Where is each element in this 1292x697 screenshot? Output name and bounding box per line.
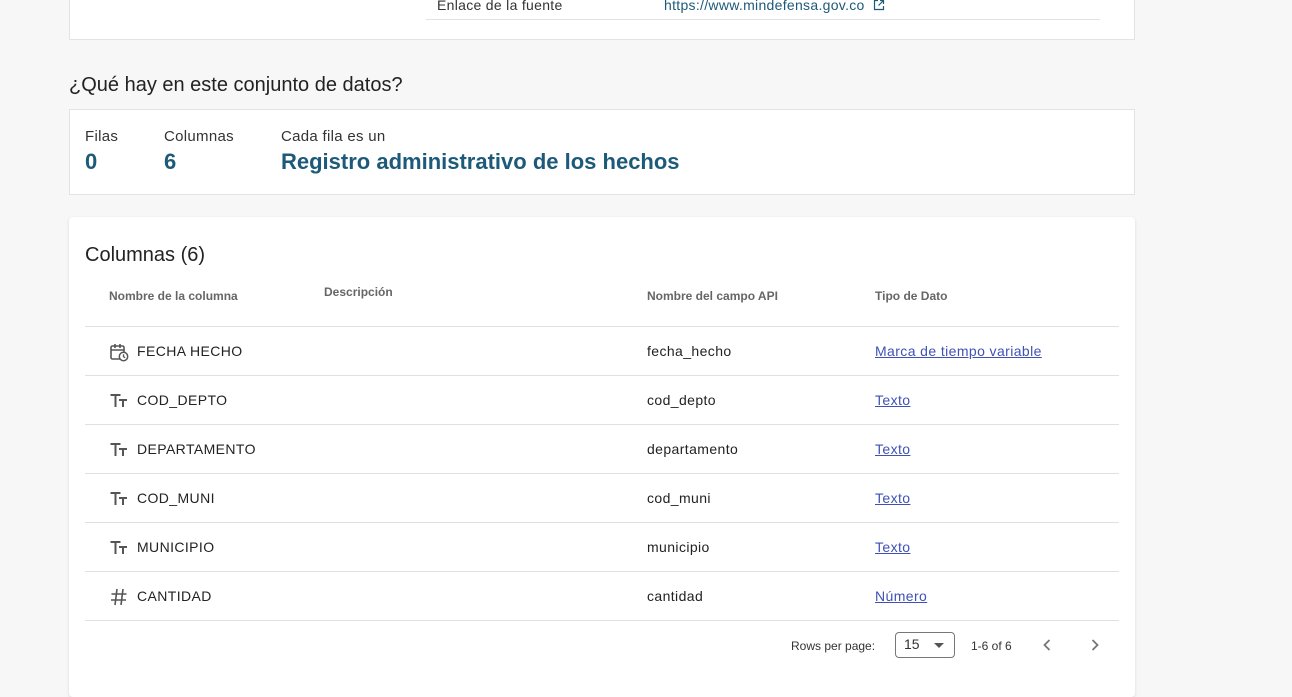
dataset-summary-card: Filas 0 Columnas 6 Cada fila es un Regis…: [69, 109, 1135, 195]
column-name: MUNICIPIO: [137, 539, 215, 555]
column-data-type-link[interactable]: Número: [875, 588, 927, 604]
pagination-range: 1-6 of 6: [971, 639, 1012, 653]
text-type-icon: [110, 394, 127, 407]
source-link[interactable]: https://www.mindefensa.gov.co: [664, 0, 885, 13]
text-type-icon: [110, 492, 127, 505]
source-link-text[interactable]: https://www.mindefensa.gov.co: [664, 0, 865, 13]
rows-per-page-label: Rows per page:: [791, 639, 876, 653]
rows-value: 0: [85, 149, 98, 174]
column-name: FECHA HECHO: [137, 343, 243, 359]
source-card: Enlace de la fuente https://www.mindefen…: [69, 0, 1135, 40]
dataset-section-title: ¿Qué hay en este conjunto de datos?: [69, 74, 403, 96]
each-row-value: Registro administrativo de los hechos: [281, 149, 680, 174]
text-type-icon: [110, 443, 127, 456]
chevron-left-icon: [1043, 639, 1051, 651]
header-data-type: Tipo de Dato: [875, 289, 948, 303]
each-row-stat: Cada fila es un Registro administrativo …: [281, 128, 680, 175]
header-api-field: Nombre del campo API: [647, 289, 778, 303]
rows-stat: Filas 0: [85, 128, 118, 175]
column-data-type-link[interactable]: Texto: [875, 392, 910, 408]
rows-label: Filas: [85, 128, 119, 145]
number-type-icon: [111, 588, 127, 606]
column-api-field: municipio: [647, 539, 710, 555]
columns-value: 6: [164, 149, 177, 174]
columns-card: Columnas (6) Nombre de la columna Descri…: [69, 217, 1135, 697]
column-api-field: cod_depto: [647, 392, 716, 408]
next-page-button[interactable]: [1083, 633, 1107, 657]
table-row: DEPARTAMENTO departamento Texto: [85, 425, 1119, 474]
source-row: Enlace de la fuente https://www.mindefen…: [426, 0, 1100, 20]
chevron-right-icon: [1091, 639, 1099, 651]
text-type-icon: [110, 541, 127, 554]
column-name: DEPARTAMENTO: [137, 441, 256, 457]
column-data-type-link[interactable]: Texto: [875, 490, 910, 506]
table-row: COD_MUNI cod_muni Texto: [85, 474, 1119, 523]
column-data-type-link[interactable]: Texto: [875, 539, 910, 555]
header-description: Descripción: [324, 285, 393, 299]
column-name: CANTIDAD: [137, 588, 212, 604]
table-row: FECHA HECHO fecha_hecho Marca de tiempo …: [85, 327, 1119, 376]
column-name: COD_MUNI: [137, 490, 215, 506]
column-name: COD_DEPTO: [137, 392, 228, 408]
table-row: CANTIDAD cantidad Número: [85, 572, 1119, 621]
each-row-label: Cada fila es un: [281, 128, 386, 145]
table-row: COD_DEPTO cod_depto Texto: [85, 376, 1119, 425]
previous-page-button[interactable]: [1035, 633, 1059, 657]
rows-per-page-value: 15: [904, 636, 920, 652]
columns-label: Columnas: [164, 128, 234, 145]
columns-stat: Columnas 6: [164, 128, 234, 175]
source-label: Enlace de la fuente: [437, 0, 563, 13]
column-data-type-link[interactable]: Marca de tiempo variable: [875, 343, 1042, 359]
calendar-clock-icon: [110, 344, 129, 362]
column-api-field: cantidad: [647, 588, 704, 604]
column-api-field: departamento: [647, 441, 739, 457]
table-pagination: Rows per page: 15 1-6 of 6: [69, 627, 1135, 663]
column-data-type-link[interactable]: Texto: [875, 441, 910, 457]
column-api-field: cod_muni: [647, 490, 711, 506]
column-api-field: fecha_hecho: [647, 343, 732, 359]
dropdown-caret-icon: [934, 643, 944, 648]
rows-per-page-select[interactable]: 15: [895, 632, 955, 658]
columns-table-title: Columnas (6): [85, 244, 206, 266]
external-link-icon: [873, 0, 884, 11]
table-row: MUNICIPIO municipio Texto: [85, 523, 1119, 572]
header-column-name: Nombre de la columna: [109, 289, 238, 303]
